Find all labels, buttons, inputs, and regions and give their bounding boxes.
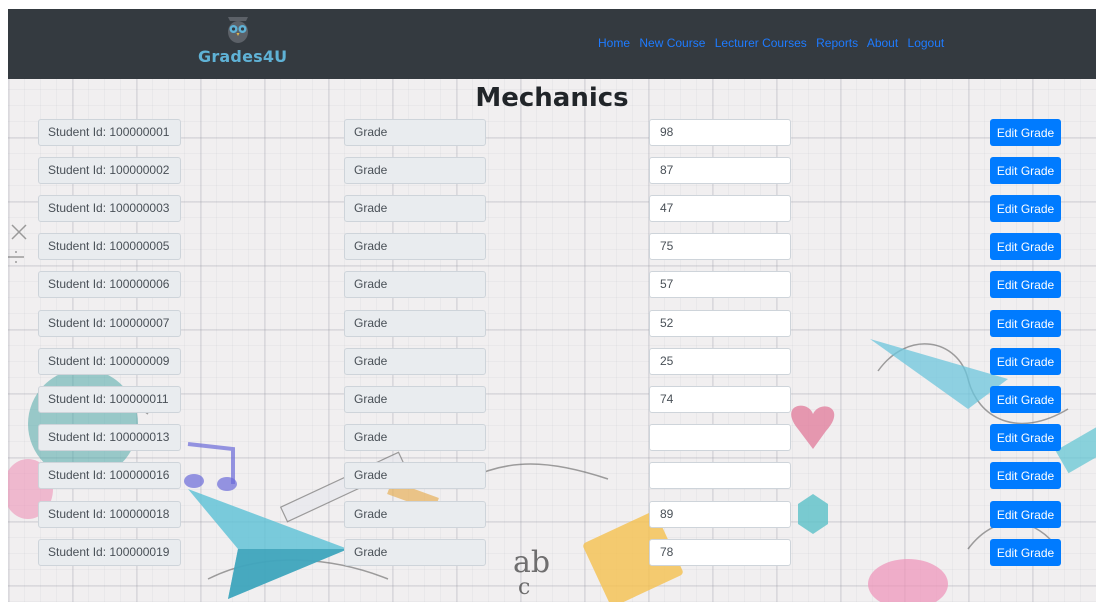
grade-label: Grade bbox=[344, 195, 486, 222]
grade-row: Student Id: 100000007 Grade 52 Edit Grad… bbox=[8, 310, 1096, 337]
grade-input[interactable]: 74 bbox=[649, 386, 791, 413]
grade-input[interactable]: 52 bbox=[649, 310, 791, 337]
grade-input[interactable]: 75 bbox=[649, 233, 791, 260]
course-title: Mechanics bbox=[475, 83, 629, 113]
grade-row: Student Id: 100000002 Grade 87 Edit Grad… bbox=[8, 157, 1096, 184]
grade-row: Student Id: 100000011 Grade 74 Edit Grad… bbox=[8, 386, 1096, 413]
grade-label: Grade bbox=[344, 157, 486, 184]
grade-label: Grade bbox=[344, 424, 486, 451]
student-id-label: Student Id: 100000006 bbox=[38, 271, 181, 298]
student-id-label: Student Id: 100000003 bbox=[38, 195, 181, 222]
edit-grade-button[interactable]: Edit Grade bbox=[990, 501, 1061, 528]
grade-label: Grade bbox=[344, 310, 486, 337]
grade-row: Student Id: 100000016 Grade Edit Grade bbox=[8, 462, 1096, 489]
grade-label: Grade bbox=[344, 119, 486, 146]
edit-grade-button[interactable]: Edit Grade bbox=[990, 539, 1061, 566]
grade-label: Grade bbox=[344, 233, 486, 260]
student-id-label: Student Id: 100000007 bbox=[38, 310, 181, 337]
grade-input[interactable] bbox=[649, 462, 791, 489]
grade-row: Student Id: 100000001 Grade 98 Edit Grad… bbox=[8, 119, 1096, 146]
edit-grade-button[interactable]: Edit Grade bbox=[990, 157, 1061, 184]
student-id-label: Student Id: 100000018 bbox=[38, 501, 181, 528]
student-id-label: Student Id: 100000001 bbox=[38, 119, 181, 146]
student-id-label: Student Id: 100000002 bbox=[38, 157, 181, 184]
student-id-label: Student Id: 100000016 bbox=[38, 462, 181, 489]
edit-grade-button[interactable]: Edit Grade bbox=[990, 462, 1061, 489]
nav-link-new-course[interactable]: New Course bbox=[639, 36, 705, 50]
grade-input[interactable]: 25 bbox=[649, 348, 791, 375]
grade-row: Student Id: 100000006 Grade 57 Edit Grad… bbox=[8, 271, 1096, 298]
nav-menu: Home New Course Lecturer Courses Reports… bbox=[598, 36, 950, 50]
navbar: Grades4U Home New Course Lecturer Course… bbox=[8, 9, 1096, 79]
grade-input[interactable]: 57 bbox=[649, 271, 791, 298]
edit-grade-button[interactable]: Edit Grade bbox=[990, 271, 1061, 298]
brand-logo[interactable]: Grades4U bbox=[198, 13, 288, 75]
nav-link-home[interactable]: Home bbox=[598, 36, 630, 50]
grade-label: Grade bbox=[344, 348, 486, 375]
brand-name: Grades4U bbox=[198, 47, 288, 66]
student-id-label: Student Id: 100000009 bbox=[38, 348, 181, 375]
grade-input[interactable]: 98 bbox=[649, 119, 791, 146]
grade-input[interactable]: 89 bbox=[649, 501, 791, 528]
svg-text:c: c bbox=[518, 575, 530, 600]
grade-label: Grade bbox=[344, 271, 486, 298]
grade-label: Grade bbox=[344, 462, 486, 489]
edit-grade-button[interactable]: Edit Grade bbox=[990, 119, 1061, 146]
grade-row: Student Id: 100000013 Grade Edit Grade bbox=[8, 424, 1096, 451]
owl-icon bbox=[228, 17, 248, 43]
nav-link-reports[interactable]: Reports bbox=[816, 36, 858, 50]
nav-link-logout[interactable]: Logout bbox=[908, 36, 945, 50]
edit-grade-button[interactable]: Edit Grade bbox=[990, 386, 1061, 413]
grade-input[interactable] bbox=[649, 424, 791, 451]
grade-input[interactable]: 78 bbox=[649, 539, 791, 566]
edit-grade-button[interactable]: Edit Grade bbox=[990, 233, 1061, 260]
student-id-label: Student Id: 100000005 bbox=[38, 233, 181, 260]
grade-row: Student Id: 100000009 Grade 25 Edit Grad… bbox=[8, 348, 1096, 375]
edit-grade-button[interactable]: Edit Grade bbox=[990, 195, 1061, 222]
grade-row: Student Id: 100000019 Grade 78 Edit Grad… bbox=[8, 539, 1096, 566]
edit-grade-button[interactable]: Edit Grade bbox=[990, 424, 1061, 451]
grade-row: Student Id: 100000005 Grade 75 Edit Grad… bbox=[8, 233, 1096, 260]
edit-grade-button[interactable]: Edit Grade bbox=[990, 310, 1061, 337]
page: ab c Grades4U Home New Course Lecturer C… bbox=[8, 9, 1096, 602]
nav-link-lecturer-courses[interactable]: Lecturer Courses bbox=[715, 36, 807, 50]
grade-input[interactable]: 47 bbox=[649, 195, 791, 222]
student-id-label: Student Id: 100000019 bbox=[38, 539, 181, 566]
grade-row: Student Id: 100000003 Grade 47 Edit Grad… bbox=[8, 195, 1096, 222]
grade-label: Grade bbox=[344, 386, 486, 413]
grade-label: Grade bbox=[344, 501, 486, 528]
edit-grade-button[interactable]: Edit Grade bbox=[990, 348, 1061, 375]
grade-input[interactable]: 87 bbox=[649, 157, 791, 184]
grade-label: Grade bbox=[344, 539, 486, 566]
grade-row: Student Id: 100000018 Grade 89 Edit Grad… bbox=[8, 501, 1096, 528]
student-id-label: Student Id: 100000011 bbox=[38, 386, 181, 413]
nav-link-about[interactable]: About bbox=[867, 36, 898, 50]
student-id-label: Student Id: 100000013 bbox=[38, 424, 181, 451]
